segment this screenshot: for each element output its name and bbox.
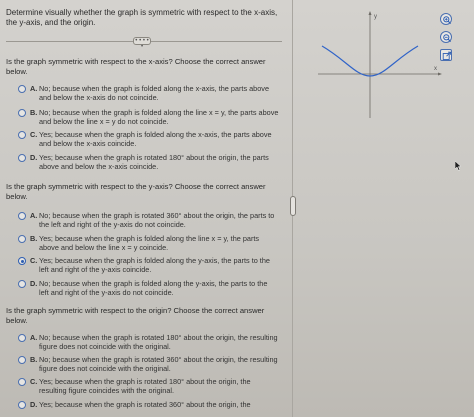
- option-letter: A.: [30, 211, 38, 220]
- option-letter: B.: [30, 108, 38, 117]
- external-link-icon[interactable]: [440, 49, 452, 61]
- x-axis-label: x: [434, 66, 437, 72]
- mouse-pointer-icon: [455, 161, 462, 171]
- resize-handle[interactable]: [290, 196, 296, 216]
- option-letter: D.: [30, 279, 38, 288]
- option-letter: A.: [30, 333, 38, 342]
- radio-button[interactable]: [18, 280, 26, 288]
- zoom-in-icon[interactable]: [440, 13, 452, 25]
- function-graph: y x: [318, 11, 442, 118]
- option-text: No; because when the graph is rotated 36…: [39, 355, 278, 374]
- question-origin: Is the graph symmetric with respect to t…: [6, 306, 265, 325]
- screen: Determine visually whether the graph is …: [0, 0, 474, 417]
- question-y-axis: Is the graph symmetric with respect to t…: [6, 182, 266, 201]
- option-letter: B.: [30, 355, 38, 364]
- y-axis-arrow: [368, 11, 372, 15]
- option-text: No; because when the graph is folded alo…: [39, 108, 279, 127]
- option-text: No; because when the graph is folded alo…: [39, 279, 268, 298]
- option-letter: C.: [30, 256, 38, 265]
- radio-button[interactable]: [18, 378, 26, 386]
- option-text: Yes; because when the graph is rotated 1…: [39, 153, 269, 172]
- question-pane: Determine visually whether the graph is …: [0, 0, 289, 417]
- option-letter: D.: [30, 153, 38, 162]
- option-text: No; because when the graph is rotated 36…: [39, 211, 275, 230]
- radio-button[interactable]: [18, 356, 26, 364]
- option-text: No; because when the graph is rotated 18…: [39, 333, 278, 352]
- option-text: Yes; because when the graph is folded al…: [39, 256, 270, 275]
- y-axis-label: y: [374, 14, 377, 20]
- option-letter: A.: [30, 84, 38, 93]
- radio-button[interactable]: [18, 109, 26, 117]
- more-indicator[interactable]: • • • • •: [133, 37, 151, 50]
- option-text: Yes; because when the graph is folded al…: [39, 130, 272, 149]
- radio-button[interactable]: [18, 334, 26, 342]
- radio-button[interactable]: [18, 212, 26, 220]
- x-axis-arrow: [438, 72, 442, 76]
- option-letter: D.: [30, 400, 38, 409]
- option-text: Yes; because when the graph is folded al…: [39, 234, 260, 253]
- radio-button[interactable]: [18, 85, 26, 93]
- radio-button[interactable]: [18, 154, 26, 162]
- question-x-axis: Is the graph symmetric with respect to t…: [6, 57, 266, 76]
- radio-button[interactable]: [18, 401, 26, 409]
- option-text: Yes; because when the graph is rotated 3…: [39, 400, 251, 409]
- problem-prompt: Determine visually whether the graph is …: [6, 8, 278, 27]
- option-text: Yes; because when the graph is rotated 1…: [39, 377, 251, 396]
- option-text: No; because when the graph is folded alo…: [39, 84, 269, 103]
- option-letter: B.: [30, 234, 38, 243]
- radio-button[interactable]: [18, 235, 26, 243]
- option-letter: C.: [30, 377, 38, 386]
- zoom-out-icon[interactable]: [440, 31, 452, 43]
- option-letter: C.: [30, 130, 38, 139]
- radio-button[interactable]: [18, 131, 26, 139]
- radio-button-selected[interactable]: [18, 257, 26, 265]
